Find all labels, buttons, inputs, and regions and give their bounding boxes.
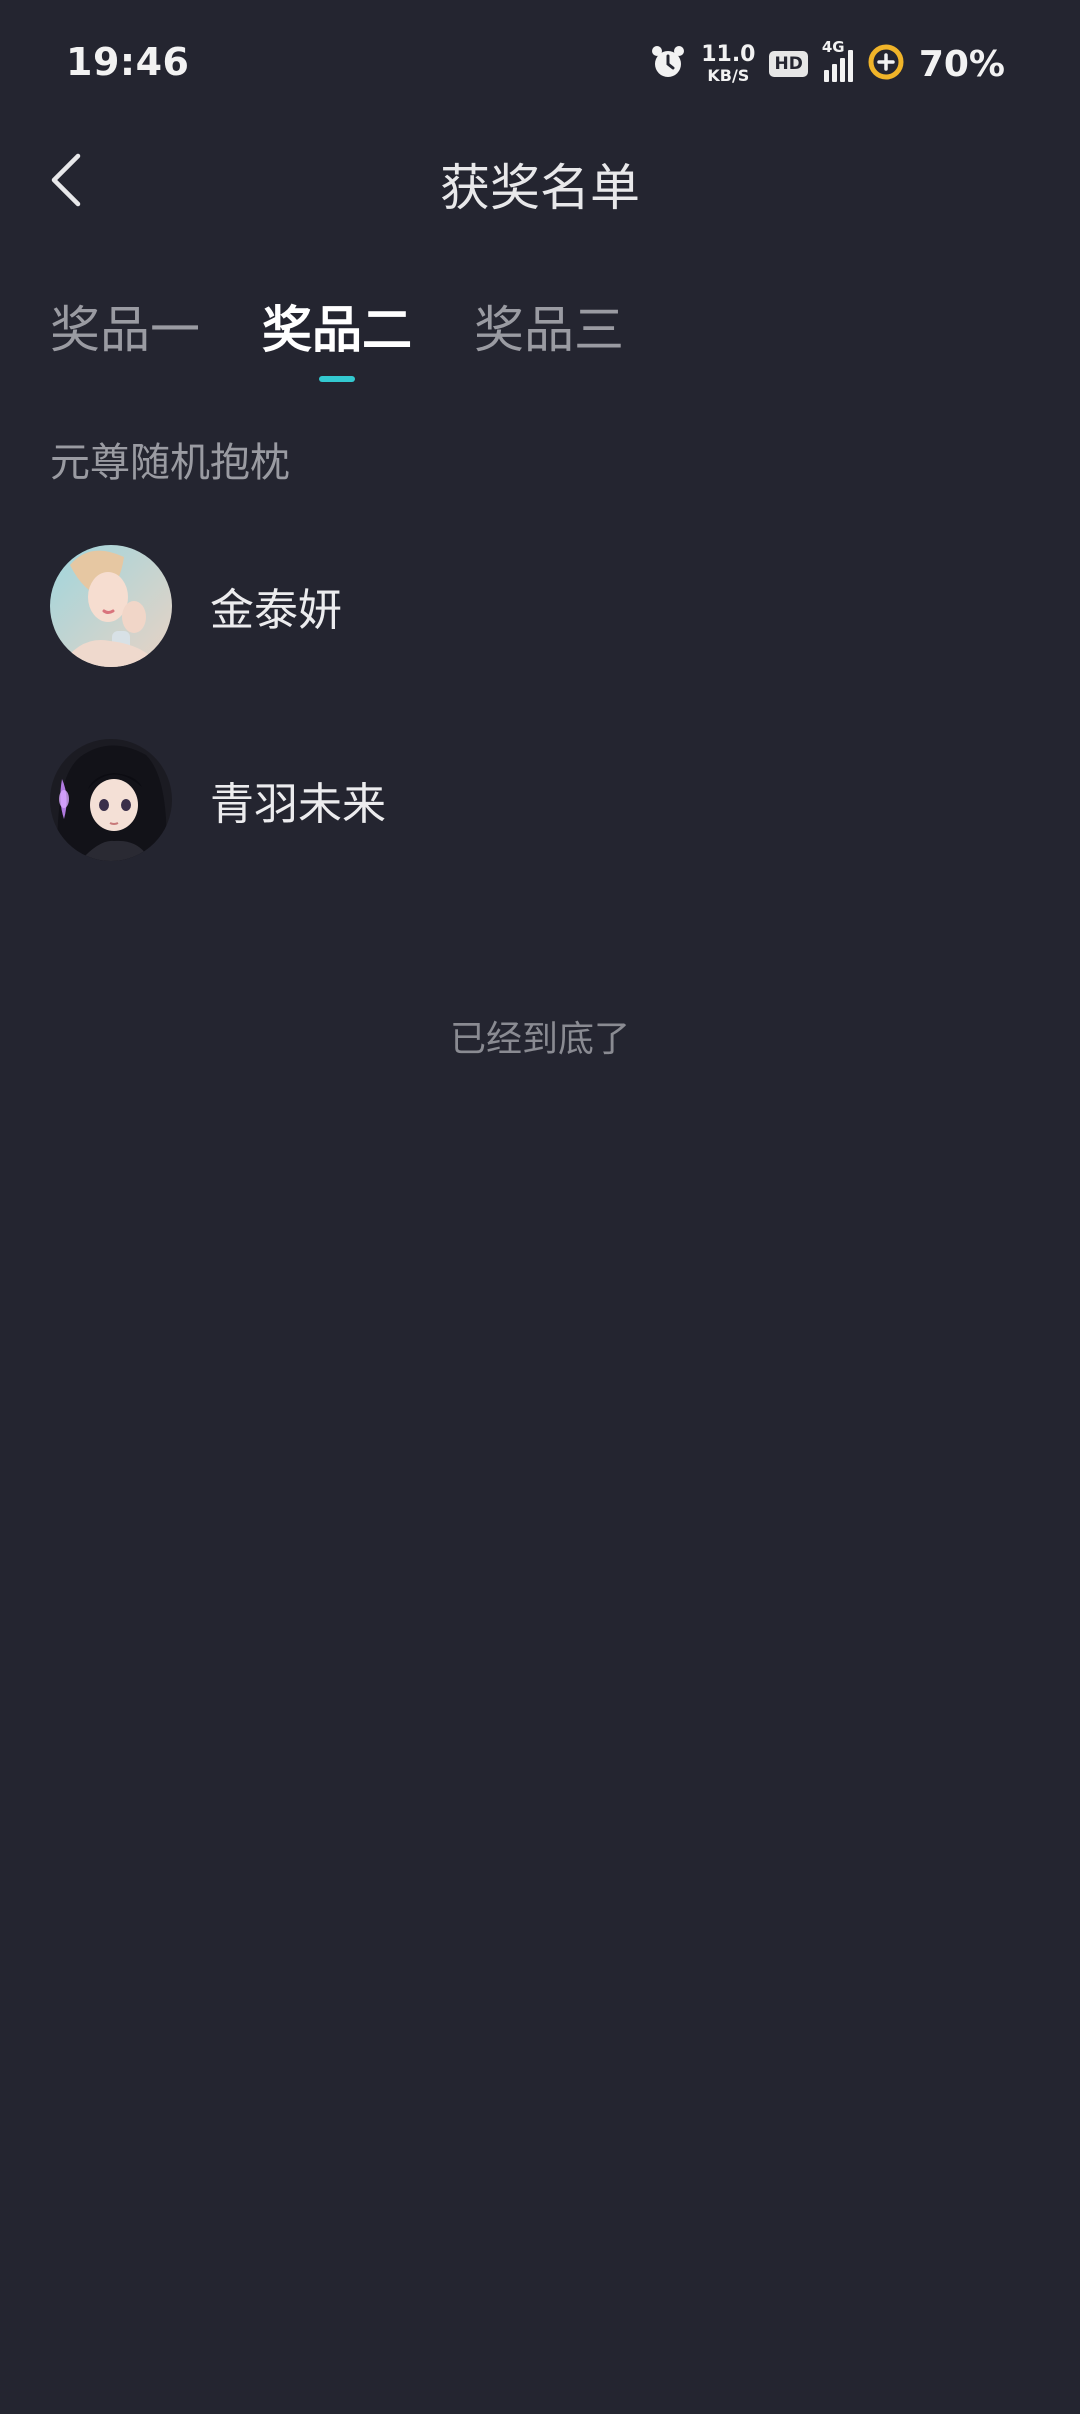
prize-tabs: 奖品一 奖品二 奖品三 [50, 290, 624, 382]
status-bar: 19:46 11.0 KB/S HD 4G 70% [0, 0, 1080, 130]
tab-label: 奖品一 [50, 301, 200, 359]
status-icons: 11.0 KB/S HD 4G 70% [649, 38, 1005, 88]
alarm-icon [649, 43, 687, 85]
tab-label: 奖品二 [262, 301, 412, 359]
list-item[interactable]: 金泰妍 [50, 545, 1030, 667]
hd-icon: HD [769, 51, 808, 77]
prize-name: 元尊随机抱枕 [50, 440, 290, 486]
network-type: 4G [821, 38, 845, 56]
tab-prize-1[interactable]: 奖品一 [50, 290, 200, 382]
tab-prize-2[interactable]: 奖品二 [262, 290, 412, 382]
avatar[interactable] [50, 739, 172, 861]
page-title: 获奖名单 [440, 159, 640, 217]
tab-prize-3[interactable]: 奖品三 [474, 290, 624, 382]
signal-icon: 4G [822, 38, 853, 82]
network-speed-value: 11.0 [701, 42, 756, 67]
status-time: 19:46 [66, 40, 190, 84]
header: 获奖名单 [0, 130, 1080, 230]
end-of-list-text: 已经到底了 [449, 1019, 630, 1060]
tab-label: 奖品三 [474, 301, 624, 359]
winner-list: 金泰妍 青羽未来 [50, 545, 1030, 933]
network-speed-unit: KB/S [707, 66, 750, 85]
active-tab-indicator [319, 376, 355, 382]
battery-level: 70% [918, 43, 1005, 85]
network-speed: 11.0 KB/S [701, 44, 755, 84]
list-item[interactable]: 青羽未来 [50, 739, 1030, 861]
battery-icon [867, 43, 905, 85]
winner-name: 金泰妍 [210, 585, 342, 636]
winner-name: 青羽未来 [210, 779, 386, 830]
avatar[interactable] [50, 545, 172, 667]
